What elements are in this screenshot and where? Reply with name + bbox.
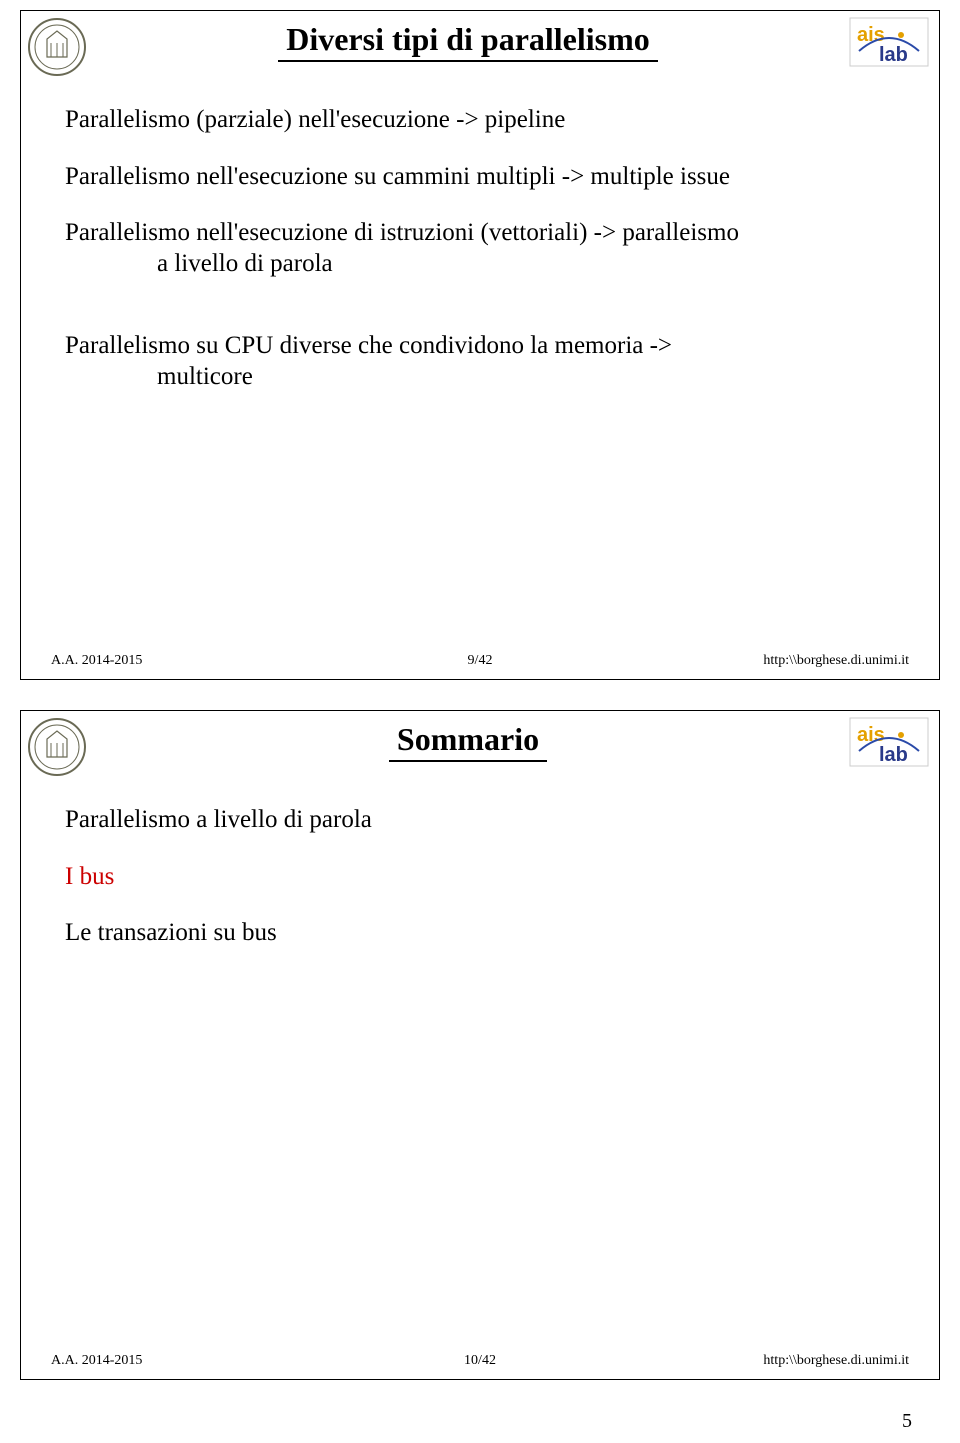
- slide-1: Diversi tipi di parallelismo ais lab Par…: [20, 10, 940, 680]
- university-seal-icon: [27, 17, 87, 77]
- footer-right: http:\\borghese.di.unimi.it: [763, 1353, 909, 1369]
- footer-left: A.A. 2014-2015: [51, 653, 142, 669]
- document-page-number: 5: [0, 1410, 960, 1443]
- slide-2: Sommario ais lab Parallelismo a livello …: [20, 710, 940, 1380]
- svg-text:lab: lab: [879, 744, 908, 766]
- footer-left: A.A. 2014-2015: [51, 1353, 142, 1369]
- slide-title: Sommario: [389, 721, 547, 762]
- title-wrap: Diversi tipi di parallelismo: [87, 17, 849, 62]
- para: Parallelismo nell'esecuzione di istruzio…: [65, 218, 895, 279]
- para: Parallelismo a livello di parola: [65, 805, 895, 836]
- slide-body: Parallelismo (parziale) nell'esecuzione …: [21, 77, 939, 392]
- slide-title: Diversi tipi di parallelismo: [278, 21, 658, 62]
- para-line: Parallelismo nell'esecuzione di istruzio…: [65, 219, 739, 246]
- para: Parallelismo (parziale) nell'esecuzione …: [65, 105, 895, 136]
- para-line: multicore: [65, 362, 253, 393]
- para-line: Parallelismo su CPU diverse che condivid…: [65, 332, 672, 359]
- para: Parallelismo nell'esecuzione su cammini …: [65, 162, 895, 193]
- ais-lab-logo-icon: ais lab: [849, 17, 929, 67]
- para-line: a livello di parola: [65, 249, 333, 280]
- para-highlight: I bus: [65, 862, 895, 893]
- slide-header: Diversi tipi di parallelismo ais lab: [21, 11, 939, 77]
- footer-right: http:\\borghese.di.unimi.it: [763, 653, 909, 669]
- title-wrap: Sommario: [87, 717, 849, 762]
- footer-page: 10/42: [464, 1353, 496, 1369]
- slide-body: Parallelismo a livello di parola I bus L…: [21, 777, 939, 949]
- para: Parallelismo su CPU diverse che condivid…: [65, 331, 895, 392]
- footer-page: 9/42: [468, 653, 493, 669]
- para: Le transazioni su bus: [65, 918, 895, 949]
- ais-lab-logo-icon: ais lab: [849, 717, 929, 767]
- slide-footer: A.A. 2014-2015 9/42 http:\\borghese.di.u…: [21, 653, 939, 669]
- slide-header: Sommario ais lab: [21, 711, 939, 777]
- university-seal-icon: [27, 717, 87, 777]
- slide-footer: A.A. 2014-2015 10/42 http:\\borghese.di.…: [21, 1353, 939, 1369]
- svg-text:lab: lab: [879, 44, 908, 66]
